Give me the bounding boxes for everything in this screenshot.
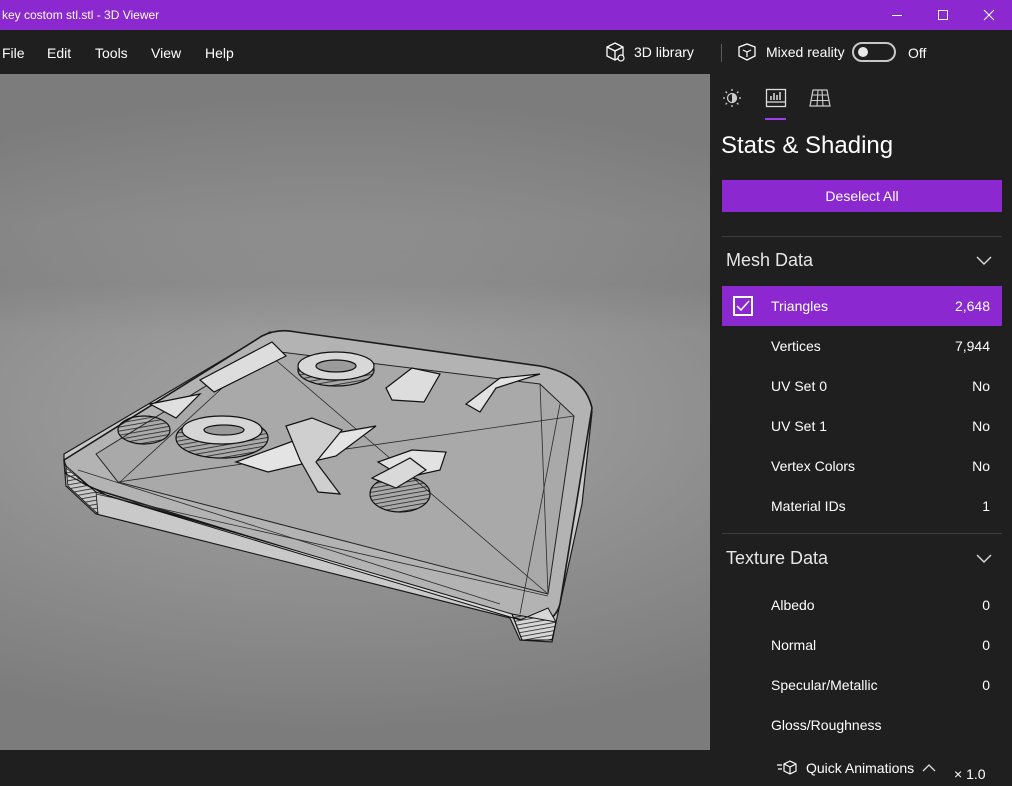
row-label: Triangles bbox=[771, 298, 829, 314]
maximize-icon bbox=[938, 10, 948, 20]
texture-row-gloss-roughness[interactable]: Gloss/Roughness bbox=[722, 705, 1002, 745]
minimize-button[interactable] bbox=[874, 0, 920, 30]
mesh-row-uv-set-1[interactable]: UV Set 1 No bbox=[722, 406, 1002, 446]
deselect-all-button[interactable]: Deselect All bbox=[722, 180, 1002, 212]
panel-title: Stats & Shading bbox=[721, 132, 894, 159]
row-value: 7,944 bbox=[954, 338, 990, 354]
quick-animations-label: Quick Animations bbox=[806, 760, 915, 776]
mesh-row-uv-set-0[interactable]: UV Set 0 No bbox=[722, 366, 1002, 406]
3d-library-button[interactable]: 3D library bbox=[604, 30, 694, 74]
minimize-icon bbox=[892, 15, 902, 16]
texture-row-normal[interactable]: Normal 0 bbox=[722, 625, 1002, 665]
toggle-knob bbox=[858, 47, 868, 57]
row-label: UV Set 0 bbox=[771, 378, 828, 394]
menu-view[interactable]: View bbox=[151, 30, 181, 74]
row-value: No bbox=[972, 418, 990, 434]
tab-grid[interactable] bbox=[808, 86, 832, 110]
close-button[interactable] bbox=[966, 0, 1012, 30]
texture-row-specular-metallic[interactable]: Specular/Metallic 0 bbox=[722, 665, 1002, 705]
mesh-row-vertex-colors[interactable]: Vertex Colors No bbox=[722, 446, 1002, 486]
animation-cube-icon bbox=[777, 760, 797, 775]
row-value: 0 bbox=[982, 637, 990, 653]
row-label: Albedo bbox=[771, 597, 815, 613]
3d-library-label: 3D library bbox=[634, 44, 694, 60]
row-label: UV Set 1 bbox=[771, 418, 828, 434]
stats-panel: Stats & Shading Deselect All Mesh Data T… bbox=[710, 74, 1012, 750]
bottom-bar: Quick Animations × 1.0 bbox=[0, 750, 1012, 786]
mixed-reality-button[interactable]: Mixed reality bbox=[736, 30, 845, 74]
row-label: Specular/Metallic bbox=[771, 677, 878, 693]
tab-stats[interactable] bbox=[764, 86, 788, 110]
row-label: Material IDs bbox=[771, 498, 846, 514]
triangles-checkbox[interactable] bbox=[733, 296, 753, 316]
mixed-reality-icon bbox=[738, 43, 756, 61]
chevron-down-icon[interactable] bbox=[976, 256, 992, 266]
lighting-icon bbox=[723, 89, 741, 107]
quick-animations-button[interactable]: Quick Animations bbox=[776, 750, 936, 786]
menu-help[interactable]: Help bbox=[205, 30, 234, 74]
row-value: 0 bbox=[982, 597, 990, 613]
menu-separator bbox=[721, 44, 722, 62]
window-title: key costom stl.stl - 3D Viewer bbox=[2, 8, 160, 22]
3d-viewport[interactable] bbox=[0, 74, 710, 750]
row-label: Gloss/Roughness bbox=[771, 717, 882, 733]
chevron-up-icon bbox=[922, 764, 936, 772]
mixed-reality-label: Mixed reality bbox=[766, 44, 845, 60]
texture-row-albedo[interactable]: Albedo 0 bbox=[722, 585, 1002, 625]
grid-icon bbox=[809, 89, 831, 107]
row-value: No bbox=[972, 378, 990, 394]
mesh-row-triangles[interactable]: Triangles 2,648 bbox=[722, 286, 1002, 326]
texture-data-heading[interactable]: Texture Data bbox=[726, 548, 828, 569]
active-tab-indicator bbox=[765, 118, 786, 120]
animation-speed[interactable]: × 1.0 bbox=[954, 750, 986, 786]
menu-file[interactable]: File bbox=[2, 30, 25, 74]
stats-icon bbox=[765, 88, 787, 108]
panel-tabs bbox=[710, 74, 1012, 122]
divider bbox=[722, 236, 1002, 237]
mesh-row-material-ids[interactable]: Material IDs 1 bbox=[722, 486, 1002, 526]
mesh-row-vertices[interactable]: Vertices 7,944 bbox=[722, 326, 1002, 366]
3d-model-keychain bbox=[63, 329, 593, 643]
tab-lighting[interactable] bbox=[720, 86, 744, 110]
chevron-down-icon[interactable] bbox=[976, 554, 992, 564]
window-controls bbox=[874, 0, 1012, 30]
maximize-button[interactable] bbox=[920, 0, 966, 30]
menu-tools[interactable]: Tools bbox=[95, 30, 128, 74]
mixed-reality-toggle[interactable] bbox=[852, 42, 896, 62]
close-icon bbox=[983, 9, 995, 21]
divider bbox=[722, 533, 1002, 534]
menu-edit[interactable]: Edit bbox=[47, 30, 71, 74]
row-label: Vertices bbox=[771, 338, 821, 354]
title-bar: key costom stl.stl - 3D Viewer bbox=[0, 0, 1012, 30]
row-label: Vertex Colors bbox=[771, 458, 856, 474]
row-value: 0 bbox=[982, 677, 990, 693]
row-value: No bbox=[972, 458, 990, 474]
row-value: 1 bbox=[982, 498, 990, 514]
row-value: 2,648 bbox=[954, 298, 990, 314]
cube-icon bbox=[606, 42, 625, 62]
mixed-reality-state: Off bbox=[908, 45, 927, 61]
checkmark-icon bbox=[736, 300, 750, 312]
menu-bar: File Edit Tools View Help 3D library Mix… bbox=[0, 30, 1012, 74]
row-label: Normal bbox=[771, 637, 817, 653]
mesh-data-heading[interactable]: Mesh Data bbox=[726, 250, 813, 271]
